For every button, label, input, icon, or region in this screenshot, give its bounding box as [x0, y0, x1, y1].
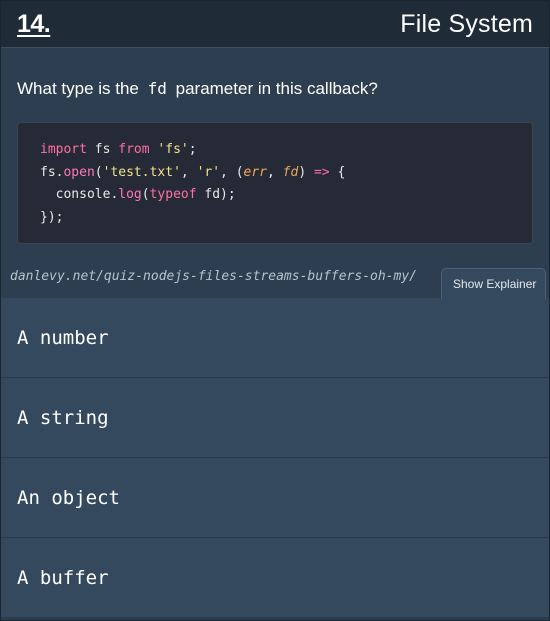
answer-option[interactable]: An object [1, 458, 549, 538]
question-text-after: parameter in this callback? [175, 79, 378, 98]
question-number: 14. [17, 9, 51, 38]
code-line-4: }); [40, 209, 64, 225]
answer-option[interactable]: A number [1, 298, 549, 378]
answer-list: A number A string An object A buffer [1, 298, 549, 618]
show-explainer-button[interactable]: Show Explainer [441, 268, 546, 299]
question-code-term: fd [147, 79, 167, 98]
question-text-before: What type is the [17, 79, 139, 98]
code-line-2: fs.open('test.txt', 'r', (err, fd) => { [40, 164, 346, 180]
code-line-1: import fs from 'fs'; [40, 142, 197, 157]
question-text: What type is the fd parameter in this ca… [1, 48, 549, 100]
answer-option[interactable]: A string [1, 378, 549, 458]
source-link[interactable]: danlevy.net/quiz-nodejs-files-streams-bu… [10, 269, 417, 284]
quiz-header: 14. File System [1, 1, 549, 48]
code-line-3: console.log(typeof fd); [40, 187, 236, 202]
quiz-card: 14. File System What type is the fd para… [0, 0, 550, 621]
source-bar: danlevy.net/quiz-nodejs-files-streams-bu… [1, 244, 549, 299]
answer-option[interactable]: A buffer [1, 538, 549, 618]
quiz-topic: File System [400, 9, 533, 38]
code-block: import fs from 'fs'; fs.open('test.txt',… [17, 122, 533, 244]
